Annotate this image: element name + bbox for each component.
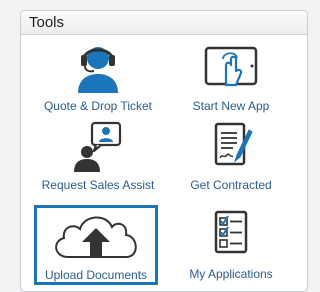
headset-agent-icon (36, 41, 160, 93)
person-chat-icon (36, 120, 160, 172)
tile-label: Start New App (192, 99, 270, 113)
tile-label: Get Contracted (190, 178, 272, 192)
my-applications-tile[interactable]: My Applications (169, 205, 293, 283)
tablet-touch-icon (169, 41, 293, 91)
tile-label: Upload Documents (44, 268, 148, 282)
checklist-icon (169, 209, 293, 259)
tools-panel: Tools Quote & Drop Ticket Start New App (20, 10, 308, 292)
tile-label: Quote & Drop Ticket (43, 99, 153, 113)
panel-title: Tools (21, 11, 307, 35)
request-sales-assist-tile[interactable]: Request Sales Assist (36, 116, 160, 194)
quote-drop-ticket-tile[interactable]: Quote & Drop Ticket (36, 37, 160, 115)
start-new-app-tile[interactable]: Start New App (169, 37, 293, 115)
tile-label: Request Sales Assist (41, 178, 155, 192)
cloud-upload-icon (37, 209, 155, 259)
contract-signature-icon (169, 120, 293, 170)
get-contracted-tile[interactable]: Get Contracted (169, 116, 293, 194)
upload-documents-tile[interactable]: Upload Documents (34, 205, 158, 285)
tile-label: My Applications (189, 267, 273, 281)
